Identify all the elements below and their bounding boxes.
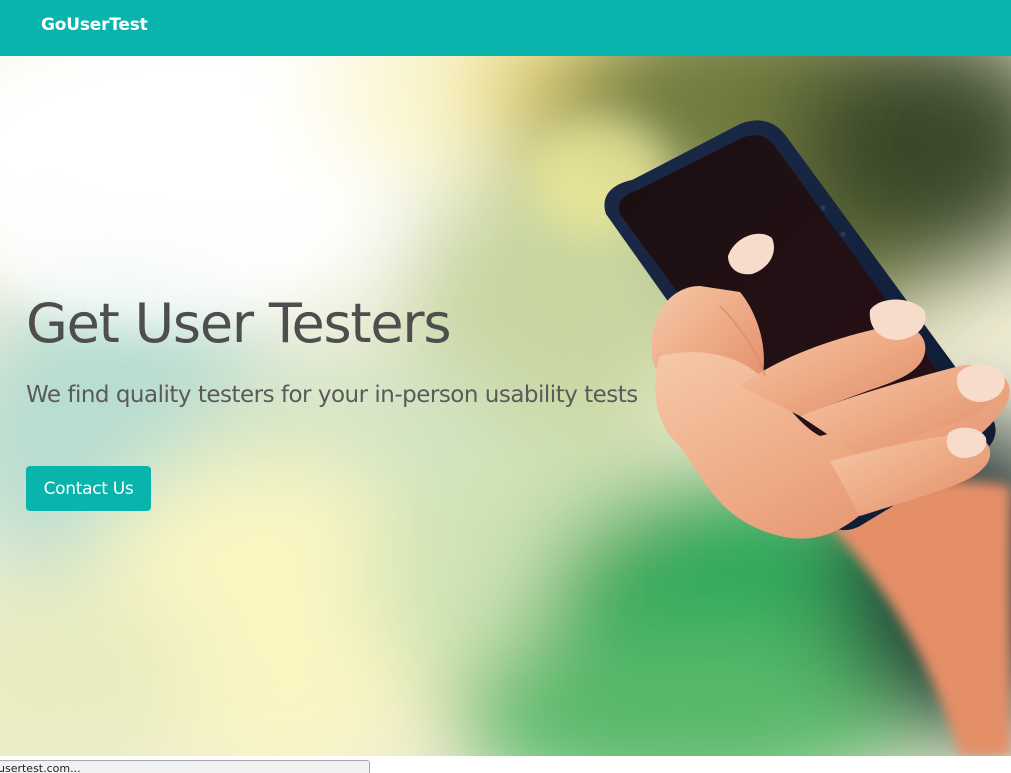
hero-subtitle: We find quality testers for your in-pers… [26, 382, 638, 408]
hero-section: Get User Testers We find quality testers… [0, 56, 1011, 756]
browser-status-bar: usertest.com... [0, 760, 370, 773]
top-navbar: GoUserTest [0, 0, 1011, 56]
contact-us-button[interactable]: Contact Us [26, 466, 151, 511]
brand-logo-link[interactable]: GoUserTest [41, 15, 148, 35]
page: GoUserTest Get User Testers We find qual… [0, 0, 1011, 773]
hero-title: Get User Testers [26, 292, 452, 355]
